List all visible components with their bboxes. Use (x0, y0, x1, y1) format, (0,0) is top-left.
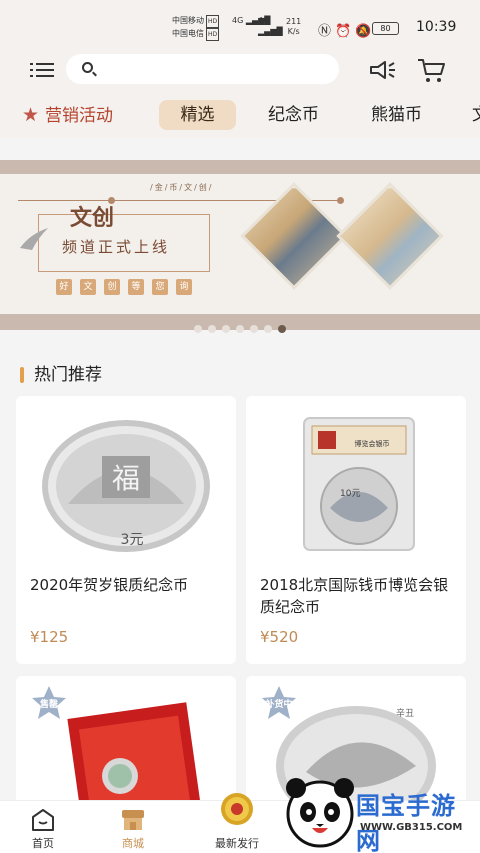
product-image: 福 3元 (42, 420, 210, 552)
watermark-url: WWW.GB315.COM (360, 822, 463, 833)
coin-denomination: 3元 (121, 532, 144, 548)
menu-icon[interactable] (30, 60, 54, 80)
banner-chips: 好文创等您询 (56, 274, 200, 295)
top-header (0, 48, 480, 92)
search-icon (82, 62, 93, 73)
home-icon (32, 809, 54, 831)
product-image: 博览会银币 10元 (303, 417, 415, 551)
banner-chip: 您 (152, 279, 168, 295)
badge-label: 补货中 (265, 700, 293, 710)
carousel-dot[interactable] (236, 325, 244, 333)
banner-subtitle: 频道正式上线 (62, 238, 171, 256)
carousel-dot[interactable] (194, 325, 202, 333)
signal-icon: 4G ▂▄▆█ 4G ▂▄▆█ (232, 16, 283, 36)
banner-slide[interactable]: /金/币/文/创/ 文创 频道正式上线 好文创等您询 (0, 174, 480, 314)
network-speed: 211 K/s (286, 17, 302, 36)
section-title: 热门推荐 (20, 364, 102, 386)
coin-denomination: 10元 (340, 489, 360, 499)
nav-new-release[interactable]: 最新发行 (202, 793, 272, 850)
panda-icon (286, 778, 354, 848)
restocking-badge: 补货中 (260, 684, 298, 722)
banner-product-image (336, 182, 444, 290)
watermark: 国宝手游网 WWW.GB315.COM (282, 772, 478, 853)
status-bar: 中国移动 HD 中国电信 HD 4G ▂▄▆█ 4G ▂▄▆█ 211 K/s Ⓝ⏰… (0, 0, 480, 48)
alarm-icon: ⏰ (335, 24, 356, 39)
search-input[interactable] (66, 54, 339, 84)
category-tabs: ★营销活动 精选 纪念币 熊猫币 文 (0, 92, 480, 138)
nav-label: 商城 (122, 837, 144, 850)
hd-badge: HD (206, 15, 220, 28)
tab-featured[interactable]: 精选 (159, 100, 236, 130)
status-icons: Ⓝ⏰🔕 (318, 20, 375, 39)
banner-chip: 创 (104, 279, 120, 295)
coin-icon (221, 793, 253, 825)
banner-chip: 等 (128, 279, 144, 295)
badge-label: 售罄 (39, 700, 58, 710)
product-card[interactable]: 福 3元 2020年贺岁银质纪念币 ¥125 (16, 396, 236, 664)
banner-chip: 文 (80, 279, 96, 295)
carousel-indicator (194, 318, 292, 337)
carrier-info: 中国移动 HD 中国电信 HD (172, 15, 220, 41)
nfc-icon: Ⓝ (318, 24, 336, 39)
product-price: ¥125 (30, 628, 69, 646)
coin-text: 福 (112, 462, 140, 495)
banner-chip: 好 (56, 279, 72, 295)
clock: 10:39 (416, 19, 457, 35)
product-card[interactable]: 博览会银币 10元 2018北京国际钱币博览会银质纪念币 ¥520 (246, 396, 466, 664)
nav-label: 最新发行 (215, 837, 259, 850)
star-icon: ★ (22, 104, 40, 126)
store-icon (122, 810, 144, 830)
watermark-brand: 国宝手游网 (356, 792, 456, 853)
carousel-dot[interactable] (222, 325, 230, 333)
crane-icon (20, 228, 48, 250)
banner-chip: 询 (176, 279, 192, 295)
tab-label: 营销活动 (45, 106, 114, 126)
tab-partial[interactable]: 文 (472, 100, 480, 130)
carousel-dot[interactable] (264, 325, 272, 333)
nav-mall[interactable]: 商城 (98, 805, 168, 850)
banner-carousel[interactable]: /金/币/文/创/ 文创 频道正式上线 好文创等您询 (0, 160, 480, 333)
carrier-2: 中国电信 (172, 29, 204, 38)
product-name: 2018北京国际钱币博览会银质纪念币 (260, 576, 449, 616)
banner-title: 文创 (70, 205, 115, 231)
carousel-dot[interactable] (208, 325, 216, 333)
carrier-1: 中国移动 (172, 16, 204, 25)
slab-label: 博览会银币 (355, 439, 390, 448)
nav-label: 首页 (32, 837, 54, 850)
tab-marketing[interactable]: ★ 营销活动 (22, 100, 113, 130)
tab-commemorative-coin[interactable]: 纪念币 (268, 100, 319, 130)
announcement-icon[interactable] (368, 58, 396, 82)
carousel-dot[interactable] (250, 325, 258, 333)
battery-icon: 80 (372, 22, 399, 35)
carousel-dot-active[interactable] (278, 325, 286, 333)
banner-product-image (240, 182, 348, 290)
nav-home[interactable]: 首页 (8, 805, 78, 850)
product-name: 2020年贺岁银质纪念币 (30, 576, 189, 594)
banner-tagline: /金/币/文/创/ (150, 183, 214, 192)
hd-badge: HD (206, 28, 220, 41)
cart-icon[interactable] (416, 56, 446, 84)
tab-panda-coin[interactable]: 熊猫币 (371, 100, 422, 130)
product-card[interactable]: 售罄 (16, 676, 236, 806)
coin-text: 辛丑 (396, 707, 414, 719)
sold-out-badge: 售罄 (30, 684, 68, 722)
product-price: ¥520 (260, 628, 299, 646)
